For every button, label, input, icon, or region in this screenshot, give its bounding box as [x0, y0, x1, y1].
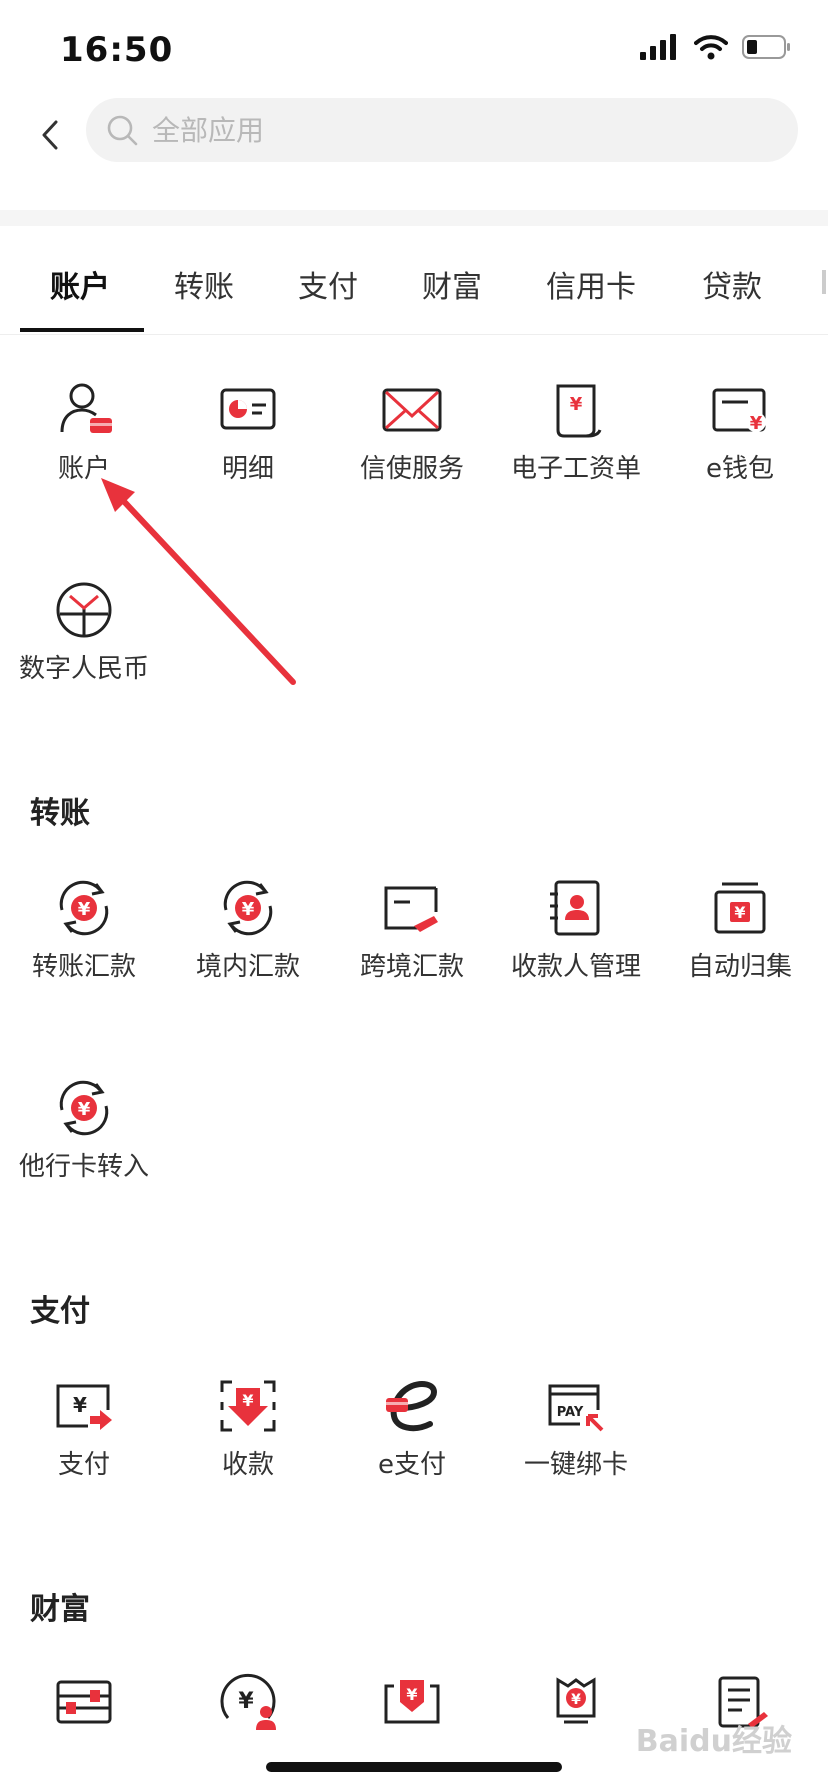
app-item-wealth-1[interactable] [2, 1672, 166, 1732]
tab-payment[interactable]: 支付 [298, 262, 358, 306]
section-title-wealth: 财富 [30, 1592, 90, 1627]
receive-icon: ¥ [220, 1380, 276, 1432]
app-item-payslip[interactable]: ¥ 电子工资单 [494, 378, 658, 498]
status-time: 16:50 [60, 30, 174, 70]
app-item-crossborder-remit[interactable]: 跨境汇款 [330, 876, 494, 996]
battery-icon [742, 35, 790, 59]
svg-text:¥: ¥ [734, 903, 745, 922]
svg-text:¥: ¥ [570, 394, 583, 415]
app-item-messenger[interactable]: 信使服务 [330, 378, 494, 498]
app-item-label: 支付 [57, 1450, 110, 1480]
tab-account[interactable]: 账户 [50, 262, 110, 306]
watermark: Baidu经验 [635, 1724, 792, 1759]
section-divider [0, 210, 828, 226]
svg-text:¥: ¥ [238, 1689, 254, 1714]
category-tabs: 账户 转账 支付 财富 信用卡 贷款 [0, 226, 828, 335]
app-item-label: 一键绑卡 [523, 1450, 628, 1480]
active-tab-underline [20, 328, 144, 332]
app-item-bind-card[interactable]: PAY 一键绑卡 [494, 1374, 658, 1494]
person-card-icon [60, 383, 112, 433]
auto-collect-icon: ¥ [714, 882, 766, 934]
domestic-cycle-icon: ¥ [223, 880, 273, 936]
app-item-payee-manage[interactable]: 收款人管理 [494, 876, 658, 996]
search-icon [107, 115, 138, 146]
section-title-transfer: 转账 [30, 796, 90, 831]
app-item-label: e支付 [378, 1450, 446, 1480]
wealth-box-icon: ¥ [384, 1680, 440, 1724]
section-title-payment: 支付 [30, 1294, 90, 1329]
payee-icon [550, 880, 600, 936]
envelope-icon [382, 388, 442, 432]
wallet-icon: ¥ [712, 388, 766, 434]
search-input[interactable] [152, 100, 752, 160]
tab-loan[interactable]: 贷款 [702, 262, 762, 306]
header [0, 90, 828, 210]
transfer-cycle-icon: ¥ [59, 880, 109, 936]
app-item-wealth-3[interactable]: ¥ [330, 1672, 494, 1732]
app-item-label: 转账汇款 [31, 952, 136, 982]
payslip-icon: ¥ [556, 384, 602, 438]
home-indicator[interactable] [266, 1762, 562, 1772]
tab-credit-card[interactable]: 信用卡 [546, 262, 636, 306]
app-item-label: 自动归集 [687, 952, 792, 982]
tab-transfer[interactable]: 转账 [174, 262, 234, 306]
status-bar: 16:50 [0, 0, 828, 90]
signal-icon [640, 34, 676, 60]
svg-text:¥: ¥ [406, 1685, 417, 1704]
wifi-icon [694, 35, 728, 60]
annotation-arrow [101, 478, 296, 685]
app-item-pay[interactable]: ¥ 支付 [2, 1374, 166, 1494]
wealth-yuan-person-icon: ¥ [220, 1673, 276, 1730]
app-item-label: 他行卡转入 [18, 1152, 149, 1182]
app-item-label: 境内汇款 [195, 952, 300, 982]
app-item-other-bank-transfer-in[interactable]: ¥ 他行卡转入 [2, 1076, 166, 1196]
pay-icon: ¥ [56, 1384, 112, 1430]
svg-text:PAY: PAY [557, 1405, 584, 1420]
back-arrow-icon[interactable] [30, 110, 70, 160]
bind-card-icon: PAY [548, 1384, 604, 1432]
app-item-domestic-remit[interactable]: ¥ 境内汇款 [166, 876, 330, 996]
app-item-wealth-2[interactable]: ¥ [166, 1672, 330, 1732]
app-item-label: 收款 [221, 1450, 274, 1480]
app-item-auto-collect[interactable]: ¥ 自动归集 [658, 876, 822, 996]
status-icons [640, 34, 792, 60]
other-bank-cycle-icon: ¥ [59, 1080, 109, 1136]
app-item-label: 收款人管理 [510, 952, 641, 982]
app-item-transfer-remit[interactable]: ¥ 转账汇款 [2, 876, 166, 996]
app-item-label: 电子工资单 [510, 454, 641, 484]
tab-overflow-indicator [822, 270, 826, 294]
app-item-wealth-4[interactable]: ¥ [494, 1672, 658, 1732]
wealth-adjust-icon [56, 1680, 112, 1724]
app-item-receive[interactable]: ¥ 收款 [166, 1374, 330, 1494]
tab-wealth[interactable]: 财富 [422, 262, 482, 306]
app-item-label: 信使服务 [359, 454, 464, 484]
app-item-label: e钱包 [706, 454, 774, 484]
wealth-shield-icon: ¥ [556, 1677, 596, 1724]
statement-icon [220, 388, 276, 430]
e-pay-icon [386, 1381, 438, 1432]
svg-text:¥: ¥ [571, 1692, 581, 1708]
svg-text:¥: ¥ [73, 1393, 87, 1417]
svg-text:¥: ¥ [750, 413, 763, 434]
crossborder-icon [384, 886, 438, 932]
app-item-e-pay[interactable]: e支付 [330, 1374, 494, 1494]
svg-text:¥: ¥ [242, 899, 255, 920]
app-item-label: 跨境汇款 [359, 952, 464, 982]
app-item-e-wallet[interactable]: ¥ e钱包 [658, 378, 822, 498]
svg-text:¥: ¥ [242, 1391, 253, 1410]
svg-text:¥: ¥ [78, 1099, 91, 1120]
search-bar[interactable] [86, 98, 798, 162]
svg-text:¥: ¥ [78, 899, 91, 920]
